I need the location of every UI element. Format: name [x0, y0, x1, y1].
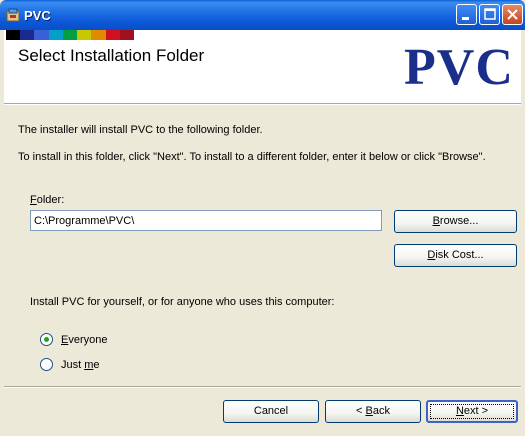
- radio-just-me-label: Just me: [61, 358, 100, 371]
- radio-button-everyone[interactable]: [40, 333, 53, 346]
- radio-button-just-me[interactable]: [40, 358, 53, 371]
- header-divider: [4, 103, 521, 105]
- title-bar[interactable]: PVC: [0, 0, 525, 30]
- installer-icon: [6, 8, 20, 22]
- minimize-button[interactable]: [456, 4, 477, 25]
- pvc-logo: PVC: [404, 39, 514, 96]
- instructions-text: To install in this folder, click "Next".…: [18, 151, 486, 163]
- window-title: PVC: [24, 8, 51, 23]
- maximize-icon: [484, 8, 496, 20]
- focus-rectangle: [430, 404, 514, 419]
- back-button[interactable]: < Back: [325, 400, 421, 423]
- folder-path-input[interactable]: [30, 210, 382, 231]
- install-scope-label: Install PVC for yourself, or for anyone …: [30, 296, 335, 308]
- close-button[interactable]: [502, 4, 523, 25]
- header-banner: Select Installation Folder PVC: [4, 30, 521, 103]
- minimize-icon: [462, 17, 469, 20]
- next-button[interactable]: Next >: [426, 400, 518, 423]
- radio-everyone-label: Everyone: [61, 333, 108, 346]
- browse-button[interactable]: Browse...: [394, 210, 517, 233]
- close-icon: [507, 9, 518, 20]
- radio-everyone[interactable]: Everyone: [40, 333, 107, 346]
- installer-window: PVC Select Installation Folder PVC The i…: [0, 0, 525, 436]
- radio-selected-dot: [44, 337, 49, 342]
- folder-label: Folder:: [30, 194, 65, 206]
- cancel-button[interactable]: Cancel: [223, 400, 319, 423]
- page-title: Select Installation Folder: [18, 46, 205, 65]
- disk-cost-button[interactable]: Disk Cost...: [394, 244, 517, 267]
- intro-text: The installer will install PVC to the fo…: [18, 124, 263, 136]
- radio-just-me[interactable]: Just me: [40, 358, 100, 371]
- maximize-button[interactable]: [479, 4, 500, 25]
- color-strip: [6, 30, 134, 40]
- footer-divider: [4, 386, 521, 388]
